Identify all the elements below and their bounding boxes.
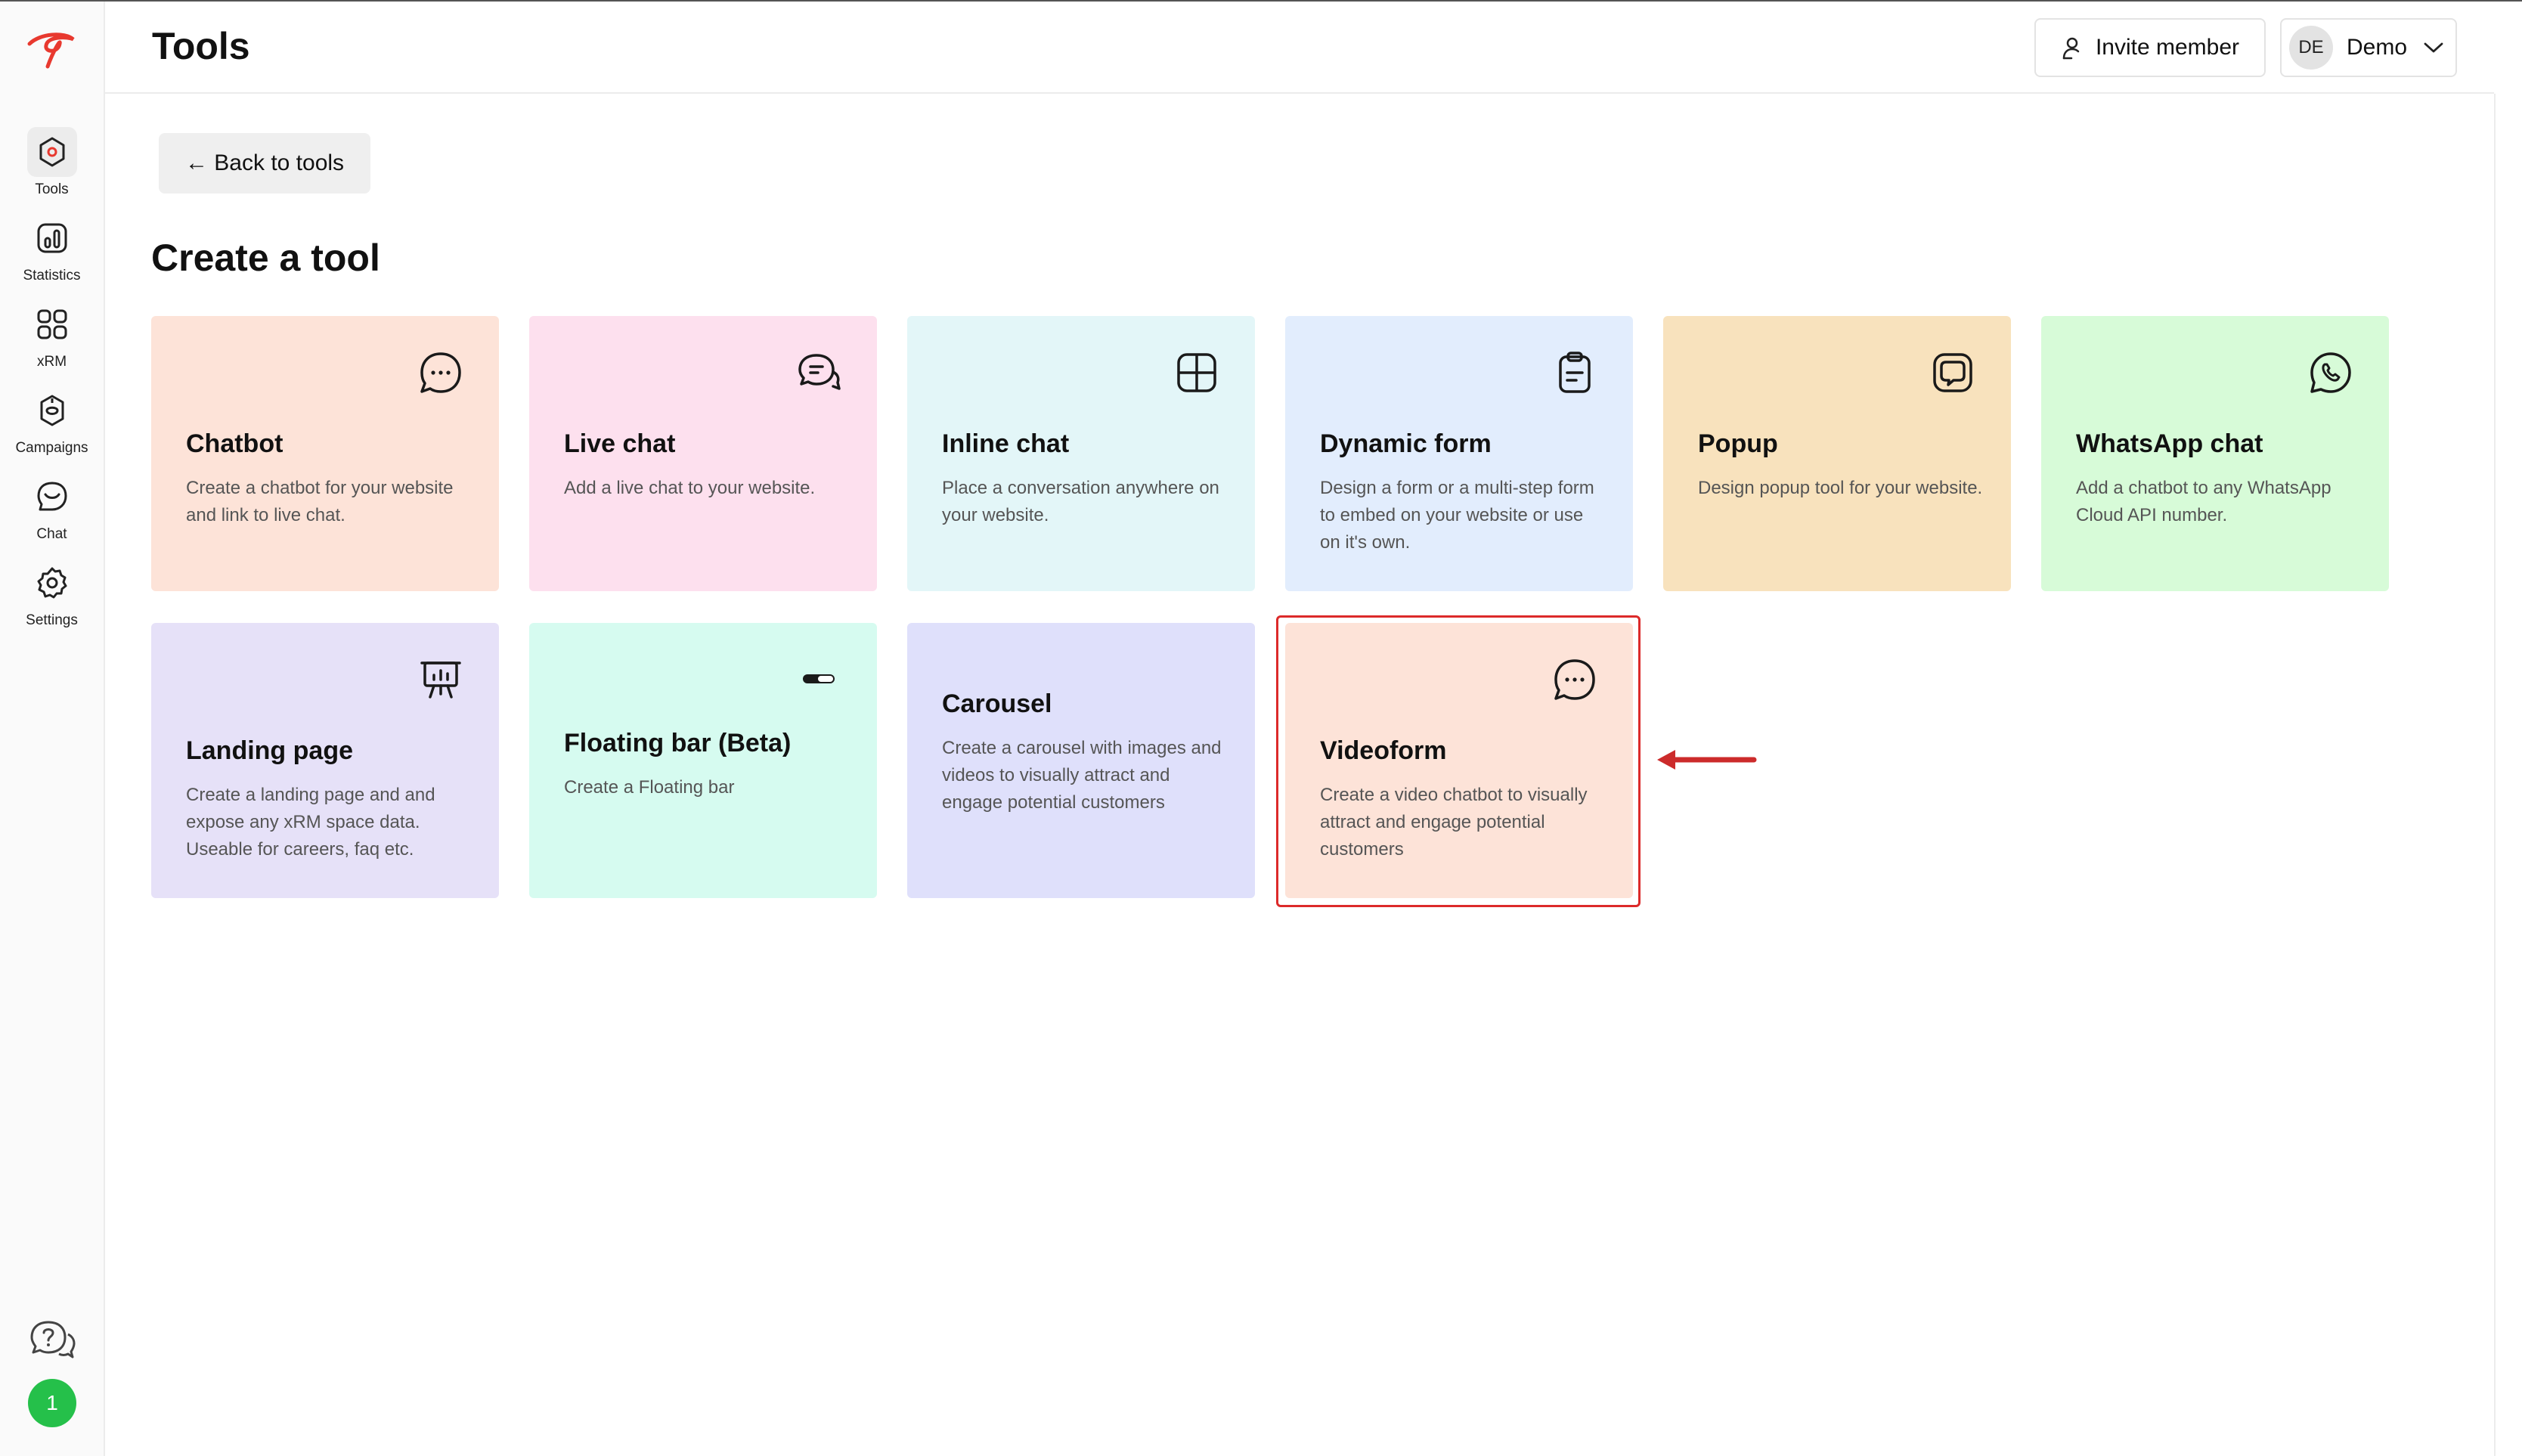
sidebar-item-label: xRM: [36, 354, 67, 370]
account-name: Demo: [2347, 35, 2408, 60]
clipboard-icon: [1559, 352, 1591, 393]
help-chat-icon[interactable]: [29, 1318, 76, 1365]
tool-card-floating-bar[interactable]: Floating bar (Beta) Create a Floating ba…: [529, 623, 877, 898]
campaigns-icon: [40, 395, 64, 426]
card-title: WhatsApp chat: [2076, 429, 2263, 458]
tool-card-dynamic-form[interactable]: Dynamic form Design a form or a multi-st…: [1285, 316, 1633, 591]
card-description: Add a live chat to your website.: [564, 478, 816, 498]
sidebar-item-tools[interactable]: Tools: [0, 127, 104, 198]
card-title: Landing page: [186, 736, 353, 765]
card-description: Design popup tool for your website.: [1698, 478, 1983, 498]
section-title: Create a tool: [151, 237, 380, 279]
invite-member-button[interactable]: Invite member: [2034, 18, 2266, 77]
chevron-down-icon: [2424, 42, 2443, 53]
card-title: Inline chat: [942, 429, 1070, 458]
sidebar-item-label: Statistics: [23, 268, 81, 283]
tool-card-popup[interactable]: Popup Design popup tool for your website…: [1663, 316, 2011, 591]
sidebar-item-label: Chat: [36, 526, 67, 542]
top-header: Tools Invite member DE Demo: [105, 2, 2494, 94]
toggle-bar-icon: [803, 674, 835, 683]
chat-bubble-icon: [420, 352, 461, 393]
chat-icon: [37, 482, 67, 511]
avatar: DE: [2289, 26, 2333, 70]
tool-card-whatsapp-chat[interactable]: WhatsApp chat Add a chatbot to any Whats…: [2041, 316, 2389, 591]
presentation-icon: [420, 661, 461, 699]
whatsapp-icon: [2310, 352, 2351, 393]
sidebar-item-label: Tools: [35, 181, 69, 197]
back-to-tools-button[interactable]: ← Back to tools: [159, 133, 370, 194]
account-menu-button[interactable]: DE Demo: [2280, 18, 2457, 77]
sidebar-item-statistics[interactable]: Statistics: [0, 213, 104, 284]
grid-icon: [37, 309, 67, 339]
card-title: Dynamic form: [1320, 429, 1492, 458]
tool-card-chatbot[interactable]: Chatbot Create a chatbot for your websit…: [151, 316, 499, 591]
layout-icon: [1177, 353, 1216, 392]
invite-member-label: Invite member: [2095, 35, 2240, 60]
card-title: Live chat: [564, 429, 676, 458]
tool-card-landing-page[interactable]: Landing page Create a landing page and a…: [151, 623, 499, 898]
card-description: Create a carousel with images and videos…: [942, 738, 1222, 813]
card-title: Popup: [1698, 429, 1778, 458]
page-title: Tools: [152, 25, 250, 67]
tool-card-carousel[interactable]: Carousel Create a carousel with images a…: [907, 623, 1255, 898]
scrollbar-track[interactable]: [2494, 94, 2522, 1456]
highlight-frame: [1276, 615, 1641, 907]
card-description: Add a chatbot to any WhatsApp Cloud API …: [2076, 478, 2331, 525]
card-description: Design a form or a multi-step form to em…: [1320, 478, 1594, 553]
sidebar: Tools Statistics xRM Campaigns Chat Sett…: [0, 2, 105, 1456]
sidebar-item-label: Settings: [26, 612, 78, 628]
card-title: Chatbot: [186, 429, 283, 458]
user-icon: [2062, 37, 2080, 60]
notification-badge[interactable]: 1: [28, 1379, 76, 1427]
sidebar-item-campaigns[interactable]: Campaigns: [0, 386, 104, 457]
card-description: Create a chatbot for your website and li…: [186, 478, 454, 525]
tools-icon: [39, 137, 64, 167]
sidebar-item-chat[interactable]: Chat: [0, 472, 104, 543]
card-description: Create a landing page and and expose any…: [186, 785, 435, 860]
sidebar-item-xrm[interactable]: xRM: [0, 299, 104, 370]
sidebar-item-label: Campaigns: [15, 440, 88, 456]
card-title: Carousel: [942, 689, 1052, 718]
popup-icon: [1933, 353, 1972, 392]
card-description: Place a conversation anywhere on your we…: [942, 478, 1219, 525]
live-chat-icon: [798, 354, 841, 390]
arrow-left-icon: [1657, 750, 1757, 770]
brand-logo[interactable]: [25, 27, 79, 70]
statistics-icon: [37, 223, 67, 253]
card-description: Create a Floating bar: [564, 777, 735, 798]
sidebar-item-settings[interactable]: Settings: [0, 558, 104, 629]
gear-icon: [37, 567, 67, 599]
tool-card-live-chat[interactable]: Live chat Add a live chat to your websit…: [529, 316, 877, 591]
card-title: Floating bar (Beta): [564, 729, 792, 757]
tool-card-inline-chat[interactable]: Inline chat Place a conversation anywher…: [907, 316, 1255, 591]
